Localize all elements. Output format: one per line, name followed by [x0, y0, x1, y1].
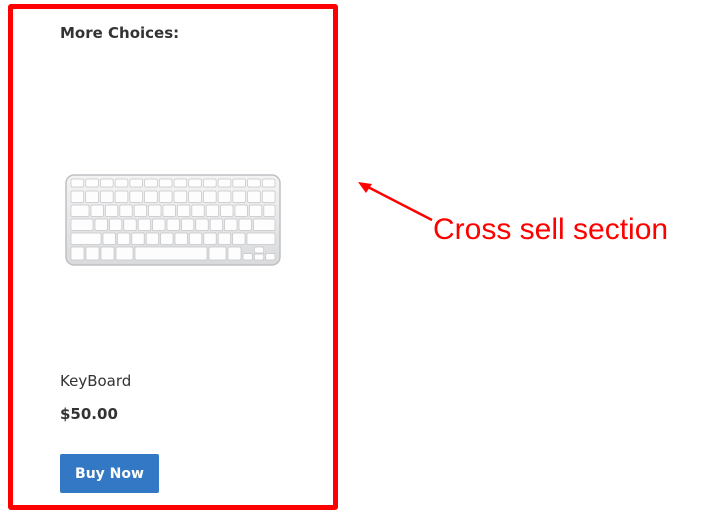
- annotation-arrow-icon: [358, 182, 433, 222]
- buy-now-button[interactable]: Buy Now: [60, 454, 159, 493]
- product-price: $50.00: [60, 405, 118, 423]
- product-name[interactable]: KeyBoard: [60, 372, 131, 390]
- annotation-label: Cross sell section: [433, 213, 669, 246]
- keyboard-image[interactable]: [65, 174, 281, 266]
- more-choices-heading: More Choices:: [60, 24, 180, 42]
